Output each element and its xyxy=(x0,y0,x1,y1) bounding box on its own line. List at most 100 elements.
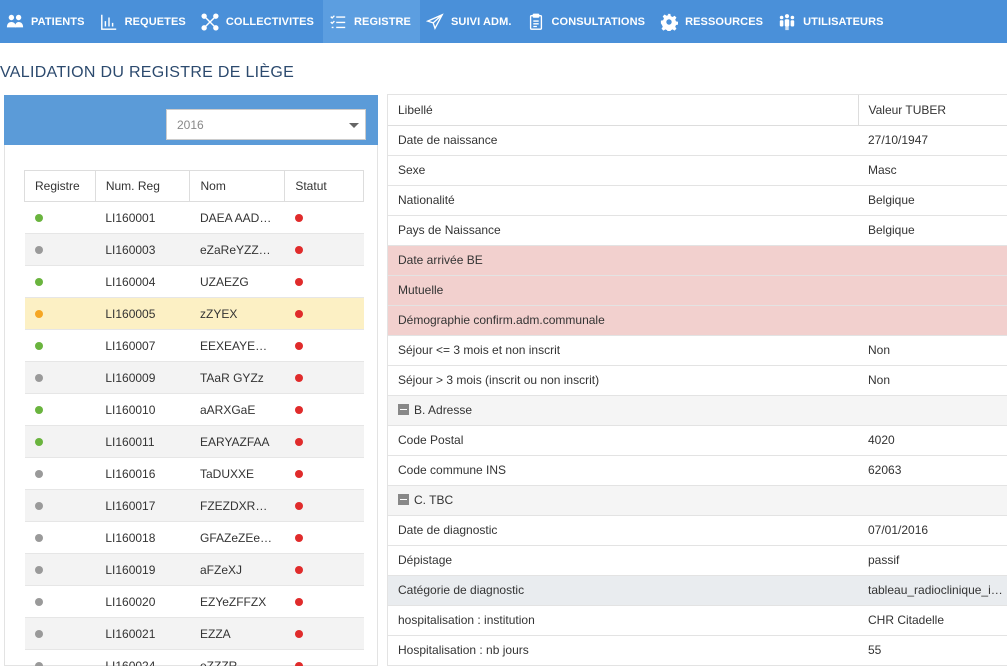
registre-status-dot xyxy=(34,534,43,543)
table-row[interactable]: LI160018 GFAZeZEe… xyxy=(24,521,364,554)
statut-dot xyxy=(294,438,303,447)
nav-item-utilisateurs[interactable]: UTILISATEURS xyxy=(772,0,892,43)
cell-num-reg: LI160001 xyxy=(95,201,190,234)
statut-dot xyxy=(294,630,303,639)
statut-dot xyxy=(294,246,303,255)
cell-registre xyxy=(24,233,96,266)
users-icon xyxy=(5,12,25,32)
table-row[interactable]: LI160024 eZZZR xyxy=(24,649,364,666)
year-select-value: 2016 xyxy=(177,117,204,132)
detail-value: 62063 xyxy=(858,455,1007,486)
detail-table-header: Libellé Valeur TUBER xyxy=(388,95,1007,126)
table-row[interactable]: LI160019 aFZeXJ xyxy=(24,553,364,586)
registre-status-dot xyxy=(34,374,43,383)
detail-label: Pays de Naissance xyxy=(398,223,501,237)
cell-statut xyxy=(284,329,364,362)
column-header-num-reg[interactable]: Num. Reg xyxy=(94,170,191,202)
column-header-libelle: Libellé xyxy=(388,95,858,126)
cell-num-reg: LI160018 xyxy=(95,521,190,554)
nav-item-label: COLLECTIVITES xyxy=(225,15,314,28)
detail-row: Nationalité Belgique xyxy=(388,185,1007,216)
cell-nom: FZEZDXR… xyxy=(189,489,285,522)
detail-label-cell: Date arrivée BE xyxy=(388,245,858,276)
detail-value: Masc xyxy=(858,155,1007,186)
nav-item-label: REQUETES xyxy=(124,15,186,28)
section-row[interactable]: C. TBC xyxy=(388,485,1007,516)
cell-nom: EZYeZFFZX xyxy=(189,585,285,618)
detail-label: Mutuelle xyxy=(398,283,444,297)
registre-status-dot xyxy=(34,214,43,223)
bar-chart-icon xyxy=(99,12,119,32)
detail-label-cell: Mutuelle xyxy=(388,275,858,306)
detail-value: 07/01/2016 xyxy=(858,515,1007,546)
cell-registre xyxy=(24,265,96,298)
table-row[interactable]: LI160001 DAEA AAD… xyxy=(24,201,364,234)
detail-label-cell: Séjour <= 3 mois et non inscrit xyxy=(388,335,858,366)
column-header-registre[interactable]: Registre xyxy=(24,170,96,202)
section-row[interactable]: B. Adresse xyxy=(388,395,1007,426)
detail-value: Belgique xyxy=(858,185,1007,216)
collapse-icon[interactable] xyxy=(398,404,409,415)
nav-item-registre[interactable]: REGISTRE xyxy=(322,0,420,43)
table-row[interactable]: LI160003 eZaReYZZ… xyxy=(24,233,364,266)
detail-label-cell: Dépistage xyxy=(388,545,858,576)
table-row[interactable]: LI160017 FZEZDXR… xyxy=(24,489,364,522)
nav-item-suivi-adm[interactable]: SUIVI ADM. xyxy=(420,0,521,43)
cell-registre xyxy=(24,521,96,554)
column-header-nom[interactable]: Nom xyxy=(189,170,286,202)
detail-label: Séjour <= 3 mois et non inscrit xyxy=(398,343,561,357)
statut-dot xyxy=(294,342,303,351)
cell-statut xyxy=(284,297,364,330)
statut-dot xyxy=(294,214,303,223)
nav-item-label: CONSULTATIONS xyxy=(551,15,646,28)
detail-label-cell: Catégorie de diagnostic xyxy=(388,575,858,606)
detail-panel: Libellé Valeur TUBER Date de naissance 27… xyxy=(387,94,1007,666)
detail-label: Séjour > 3 mois (inscrit ou non inscrit) xyxy=(398,373,600,387)
detail-row: Dépistage passif xyxy=(388,545,1007,576)
cell-num-reg: LI160019 xyxy=(95,553,190,586)
registre-status-dot xyxy=(34,342,43,351)
detail-row: Sexe Masc xyxy=(388,155,1007,186)
cell-registre xyxy=(24,425,96,458)
table-row[interactable]: LI160020 EZYeZFFZX xyxy=(24,585,364,618)
detail-value: tableau_radioclinique_i… xyxy=(858,575,1007,606)
nav-item-consultations[interactable]: CONSULTATIONS xyxy=(521,0,655,43)
detail-label: Nationalité xyxy=(398,193,455,207)
detail-label-cell: Hospitalisation : nb jours xyxy=(388,635,858,666)
nav-item-label: UTILISATEURS xyxy=(803,15,884,28)
gear-icon xyxy=(659,12,679,32)
detail-label: Date de naissance xyxy=(398,133,498,147)
detail-row: Séjour <= 3 mois et non inscrit Non xyxy=(388,335,1007,366)
nav-item-collectivites[interactable]: COLLECTIVITES xyxy=(195,0,323,43)
table-row[interactable]: LI160021 EZZA xyxy=(24,617,364,650)
detail-row: Date de naissance 27/10/1947 xyxy=(388,125,1007,156)
collapse-icon[interactable] xyxy=(398,494,409,505)
cell-nom: TaDUXXE xyxy=(189,457,285,490)
column-header-statut[interactable]: Statut xyxy=(284,170,364,202)
registre-status-dot xyxy=(34,438,43,447)
table-row[interactable]: LI160016 TaDUXXE xyxy=(24,457,364,490)
detail-row: Catégorie de diagnostic tableau_radioclin… xyxy=(388,575,1007,606)
table-row[interactable]: LI160010 aARXGaE xyxy=(24,393,364,426)
table-row[interactable]: LI160004 UZAEZG xyxy=(24,265,364,298)
cell-nom: DAEA AAD… xyxy=(189,201,285,234)
nav-item-requetes[interactable]: REQUETES xyxy=(94,0,195,43)
table-row[interactable]: LI160007 EEXEAYE… xyxy=(24,329,364,362)
registre-status-dot xyxy=(34,598,43,607)
detail-value: passif xyxy=(858,545,1007,576)
table-row[interactable]: LI160005 zZYEX xyxy=(24,297,364,330)
detail-label: Dépistage xyxy=(398,553,453,567)
nav-item-patients[interactable]: PATIENTS xyxy=(0,0,94,43)
nav-item-ressources[interactable]: RESSOURCES xyxy=(654,0,772,43)
cell-statut xyxy=(284,617,364,650)
detail-value xyxy=(858,485,1007,516)
clipboard-icon xyxy=(526,12,546,32)
detail-label: hospitalisation : institution xyxy=(398,613,535,627)
table-row[interactable]: LI160009 TAaR GYZz xyxy=(24,361,364,394)
detail-row: Code commune INS 62063 xyxy=(388,455,1007,486)
year-select[interactable]: 2016 xyxy=(166,109,366,140)
table-row[interactable]: LI160011 EARYAZFAA xyxy=(24,425,364,458)
detail-value: 55 xyxy=(858,635,1007,666)
detail-row: Date arrivée BE xyxy=(388,245,1007,276)
cell-statut xyxy=(284,457,364,490)
